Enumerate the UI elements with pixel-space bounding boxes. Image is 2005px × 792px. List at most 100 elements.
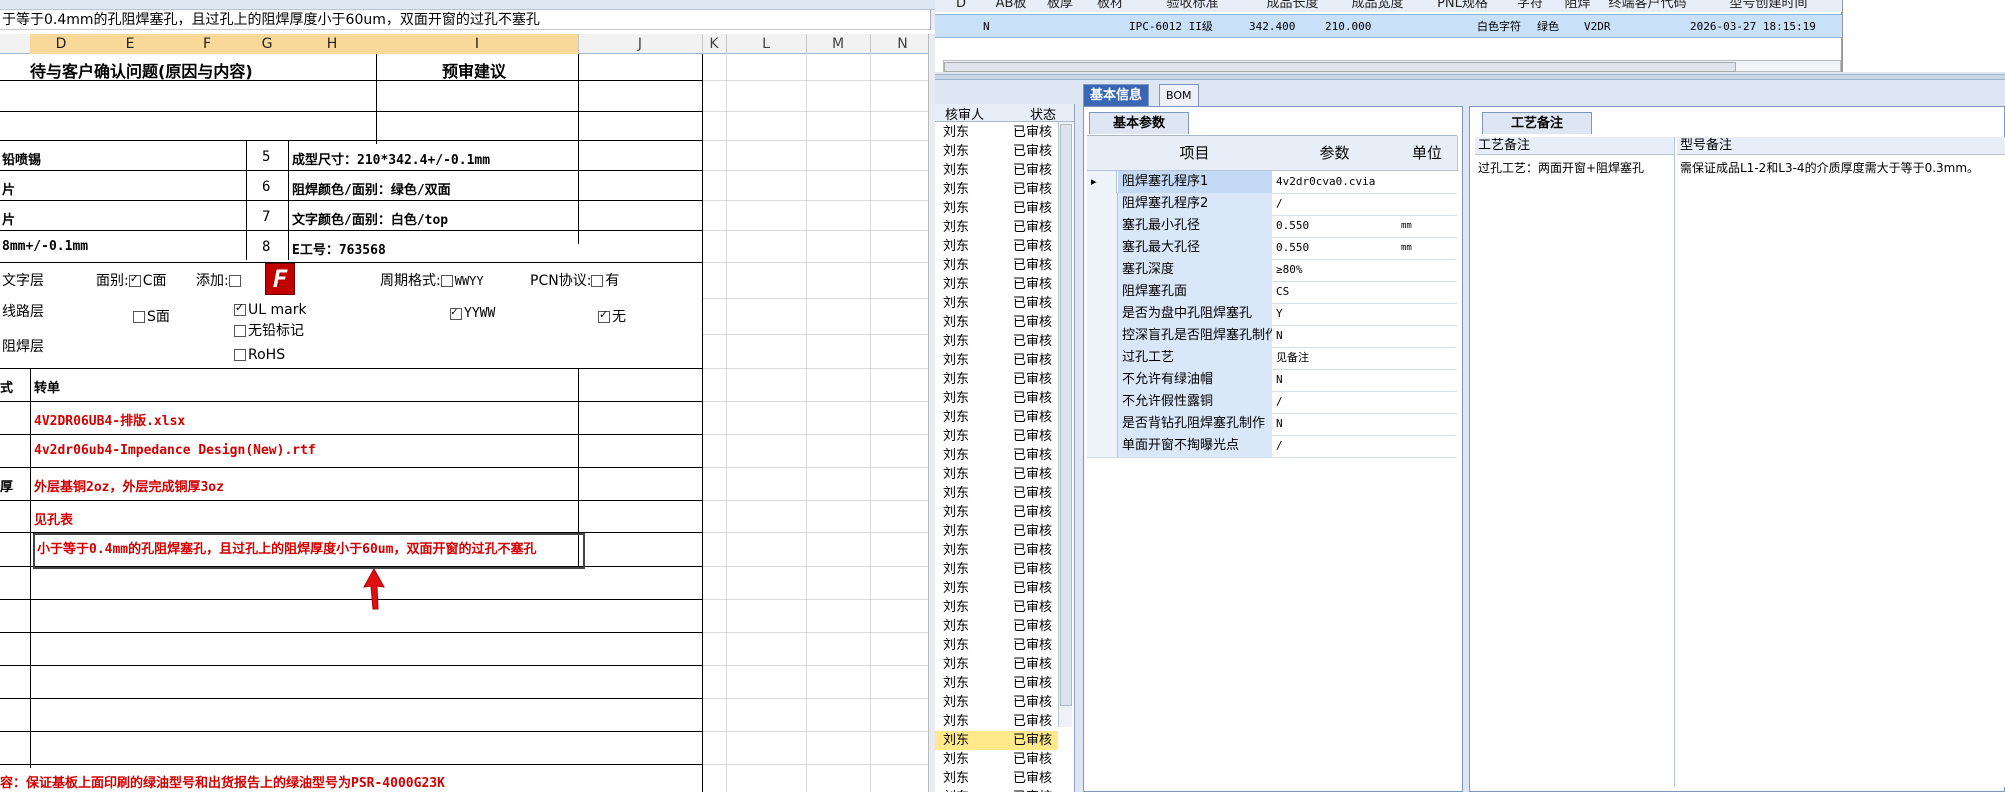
grid-header-created[interactable]: 型号创建时间 — [1695, 0, 1843, 12]
process-note-header[interactable]: 工艺备注 — [1475, 137, 1674, 155]
reviewer-row[interactable]: 刘东 已审核 — [935, 408, 1058, 427]
column-header-d[interactable]: D — [30, 34, 93, 54]
yyww-checkbox[interactable] — [450, 305, 462, 320]
param-value[interactable]: 0.550 — [1276, 237, 1394, 259]
param-value[interactable]: 0.550 — [1276, 215, 1394, 237]
row-selector[interactable]: ▸ — [1087, 171, 1117, 193]
reviewer-row[interactable]: 刘东 已审核 — [935, 142, 1058, 161]
tab-bom[interactable]: BOM — [1159, 84, 1199, 107]
reviewer-row[interactable]: 刘东 已审核 — [935, 712, 1058, 731]
red-line-plug-hole-selected[interactable]: 小于等于0.4mm的孔阻焊塞孔，且过孔上的阻焊厚度小于60um，双面开窗的过孔不… — [33, 533, 585, 569]
column-header-g[interactable]: G — [246, 34, 289, 54]
column-header-j[interactable]: J — [578, 34, 703, 54]
reviewer-row[interactable]: 刘东 已审核 — [935, 617, 1058, 636]
row-selector[interactable] — [1087, 325, 1118, 347]
reviewer-row[interactable]: 刘东 已审核 — [935, 218, 1058, 237]
reviewer-row[interactable]: 刘东 已审核 — [935, 674, 1058, 693]
pcn-no-checkbox[interactable] — [598, 308, 610, 323]
params-row[interactable]: 塞孔最小孔径 0.550 mm — [1087, 215, 1457, 238]
reviewer-row[interactable]: 刘东 已审核 — [935, 503, 1058, 522]
row-selector[interactable] — [1087, 413, 1118, 435]
column-header-i[interactable]: I — [376, 34, 579, 54]
grid-header-char[interactable]: 字符 — [1505, 0, 1556, 12]
grid-header-standard[interactable]: 验收标准 — [1135, 0, 1251, 12]
grid-header-mask[interactable]: 阻焊 — [1555, 0, 1601, 12]
params-row[interactable]: 单面开窗不掏曝光点 / — [1087, 435, 1457, 458]
params-header-item[interactable]: 项目 — [1117, 136, 1273, 171]
rohs-checkbox[interactable] — [234, 349, 246, 361]
ul-mark-checkbox[interactable] — [234, 301, 246, 316]
column-header-h[interactable]: H — [288, 34, 377, 54]
params-row[interactable]: ▸ 阻焊塞孔程序1 4v2dr0cva0.cvia — [1087, 171, 1457, 194]
row-selector[interactable] — [1087, 435, 1118, 457]
add-checkbox[interactable] — [228, 275, 241, 287]
reviewer-row[interactable]: 刘东 已审核 — [935, 123, 1058, 142]
reviewer-row[interactable]: 刘东 已审核 — [935, 332, 1058, 351]
reviewer-row[interactable]: 刘东 已审核 — [935, 522, 1058, 541]
row-selector[interactable] — [1087, 237, 1118, 259]
param-value[interactable]: CS — [1276, 281, 1394, 303]
reviewer-row[interactable]: 刘东 已审核 — [935, 237, 1058, 256]
param-value[interactable]: / — [1276, 391, 1394, 413]
tab-process-notes[interactable]: 工艺备注 — [1482, 112, 1592, 134]
process-note-value[interactable]: 过孔工艺：两面开窗+阻焊塞孔 — [1478, 159, 1644, 176]
reviewer-row[interactable]: 刘东 已审核 — [935, 256, 1058, 275]
param-value[interactable]: / — [1276, 435, 1394, 457]
params-row[interactable]: 不允许有绿油帽 N — [1087, 369, 1457, 392]
reviewer-row[interactable]: 刘东 已审核 — [935, 446, 1058, 465]
reviewer-row[interactable]: 刘东 已审核 — [935, 788, 1058, 792]
param-value[interactable]: N — [1276, 369, 1394, 391]
reviewer-row[interactable]: 刘东 已审核 — [935, 313, 1058, 332]
sheet-vertical-scrollbar[interactable] — [928, 34, 935, 792]
row-selector[interactable] — [1087, 259, 1118, 281]
reviewer-row[interactable]: 刘东 已审核 — [935, 636, 1058, 655]
params-row[interactable]: 过孔工艺 见备注 — [1087, 347, 1457, 370]
reviewer-row[interactable]: 刘东 已审核 — [935, 275, 1058, 294]
param-value[interactable]: ≥80% — [1276, 259, 1394, 281]
pcn-yes-checkbox[interactable] — [591, 275, 604, 287]
reviewer-scrollbar[interactable] — [1058, 122, 1072, 727]
reviewer-row[interactable]: 刘东 已审核 — [935, 579, 1058, 598]
column-header-c[interactable] — [0, 34, 31, 54]
tab-basic-info[interactable]: 基本信息 — [1083, 84, 1150, 107]
reviewer-row[interactable]: 刘东 已审核 — [935, 370, 1058, 389]
s-face-checkbox[interactable] — [133, 311, 145, 323]
params-header-unit[interactable]: 单位 — [1397, 136, 1458, 171]
reviewer-row[interactable]: 刘东 已审核 — [935, 541, 1058, 560]
reviewer-row[interactable]: 刘东 已审核 — [935, 598, 1058, 617]
param-value[interactable]: Y — [1276, 303, 1394, 325]
params-row[interactable]: 塞孔最大孔径 0.550 mm — [1087, 237, 1457, 260]
reviewer-row[interactable]: 刘东 已审核 — [935, 427, 1058, 446]
model-note-header[interactable]: 型号备注 — [1677, 137, 2005, 155]
reviewer-row[interactable]: 刘东 已审核 — [935, 484, 1058, 503]
grid-header-length[interactable]: 成品长度 — [1250, 0, 1336, 12]
row-selector[interactable] — [1087, 215, 1118, 237]
column-header-f[interactable]: F — [168, 34, 247, 54]
reviewer-row[interactable]: 刘东 已审核 — [935, 294, 1058, 313]
params-row[interactable]: 阻焊塞孔程序2/ — [1087, 193, 1457, 216]
grid-header-pnl[interactable]: PNL规格 — [1420, 0, 1506, 12]
grid-header-thickness[interactable]: 板厚 — [1035, 0, 1086, 12]
param-value[interactable]: / — [1276, 193, 1394, 215]
row-selector[interactable] — [1087, 369, 1118, 391]
grid-header-width[interactable]: 成品宽度 — [1335, 0, 1421, 12]
col-reviewer[interactable]: 核审人 — [945, 104, 984, 123]
row-selector[interactable] — [1087, 347, 1118, 369]
param-value[interactable]: 见备注 — [1276, 347, 1394, 369]
product-row-selected[interactable]: N IPC-6012 II级 342.400 210.000 白色字符 绿色 V… — [935, 14, 1842, 38]
row-selector[interactable] — [1087, 193, 1118, 215]
grid-header-d[interactable]: D — [935, 0, 988, 12]
model-note-value[interactable]: 需保证成品L1-2和L3-4的介质厚度需大于等于0.3mm。 — [1680, 159, 1979, 176]
reviewer-row[interactable]: 刘东 已审核 — [935, 389, 1058, 408]
param-value[interactable]: N — [1276, 413, 1394, 435]
no-lead-checkbox[interactable] — [234, 325, 246, 337]
c-face-checkbox[interactable] — [128, 272, 141, 287]
reviewer-row[interactable]: 刘东 已审核 — [935, 180, 1058, 199]
panel-splitter[interactable] — [935, 74, 2005, 80]
reviewer-row[interactable]: 刘东 已审核 — [935, 769, 1058, 788]
params-row[interactable]: 塞孔深度 ≥80% — [1087, 259, 1457, 282]
param-value[interactable]: N — [1276, 325, 1394, 347]
row-selector[interactable] — [1087, 391, 1118, 413]
reviewer-row[interactable]: 刘东 已审核 — [935, 560, 1058, 579]
params-row[interactable]: 控深盲孔是否阻焊塞孔制作 N — [1087, 325, 1457, 348]
